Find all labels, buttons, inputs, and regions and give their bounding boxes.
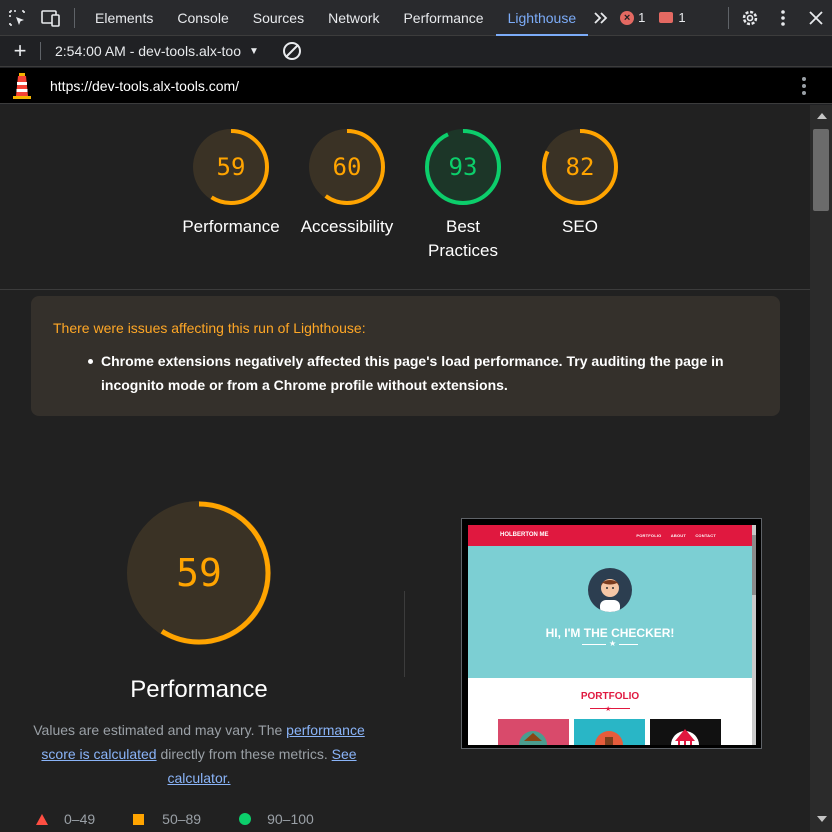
warning-item: Chrome extensions negatively affected th… bbox=[88, 349, 758, 397]
gauge-score: 59 bbox=[217, 153, 246, 181]
tab-lighthouse[interactable]: Lighthouse bbox=[495, 0, 589, 36]
screenshot-nav-link: CONTACT bbox=[695, 533, 716, 538]
gauge-ring: 60 bbox=[309, 129, 385, 205]
gauge-label: SEO bbox=[562, 217, 598, 236]
gauge-ring: 93 bbox=[425, 129, 501, 205]
scroll-down-arrow-icon[interactable] bbox=[817, 816, 827, 822]
new-report-plus-icon[interactable]: + bbox=[0, 38, 40, 64]
legend-item-fail: 0–49 bbox=[36, 811, 95, 827]
avatar-illustration bbox=[588, 568, 632, 612]
error-count-badge[interactable]: × 1 bbox=[620, 10, 645, 25]
screenshot-brand: HOLBERTON ME bbox=[500, 532, 549, 538]
tab-network[interactable]: Network bbox=[316, 0, 391, 36]
issue-message-icon bbox=[659, 12, 674, 23]
average-square-icon bbox=[133, 813, 145, 825]
gauge-performance[interactable]: 59 Performance bbox=[171, 127, 291, 239]
legend-range: 50–89 bbox=[162, 811, 202, 827]
lighthouse-toolbar: + 2:54:00 AM - dev-tools.alx-too ▼ bbox=[0, 36, 832, 67]
toolbar-divider bbox=[728, 6, 729, 29]
report-url-bar: https://dev-tools.alx-tools.com/ bbox=[0, 68, 832, 104]
gauge-score: 60 bbox=[333, 153, 362, 181]
kebab-menu-icon[interactable] bbox=[776, 76, 832, 96]
screenshot-page: HOLBERTON ME PORTFOLIO ABOUT CONTACT HI,… bbox=[468, 525, 756, 745]
right-toolbar bbox=[728, 0, 832, 36]
score-gauges: 59 Performance 60 Accessibility 93 Best … bbox=[0, 105, 810, 290]
gauge-seo[interactable]: 82 SEO bbox=[520, 127, 640, 239]
screenshot-navbar: HOLBERTON ME PORTFOLIO ABOUT CONTACT bbox=[468, 525, 752, 546]
issue-count-badge[interactable]: 1 bbox=[659, 10, 686, 25]
performance-title: Performance bbox=[130, 676, 268, 703]
legend-range: 90–100 bbox=[267, 811, 314, 827]
kebab-menu-icon[interactable] bbox=[766, 0, 799, 36]
screenshot-nav-links: PORTFOLIO ABOUT CONTACT bbox=[628, 533, 716, 538]
tab-performance[interactable]: Performance bbox=[391, 0, 495, 36]
report-selector[interactable]: 2:54:00 AM - dev-tools.alx-too ▼ bbox=[55, 43, 259, 59]
gauge-ring: 82 bbox=[542, 129, 618, 205]
screenshot-nav-link: ABOUT bbox=[670, 533, 687, 538]
toolbar-divider bbox=[40, 42, 41, 60]
legend-item-average: 50–89 bbox=[133, 811, 201, 827]
desc-text-2: directly from these metrics. bbox=[156, 746, 332, 762]
pass-circle-icon bbox=[239, 813, 252, 825]
legend-range: 0–49 bbox=[64, 811, 96, 827]
issue-count: 1 bbox=[678, 10, 686, 25]
error-circle-icon: × bbox=[620, 10, 635, 25]
star-icon: ★ bbox=[606, 639, 620, 648]
warning-title: There were issues affecting this run of … bbox=[53, 320, 366, 336]
portfolio-card-3 bbox=[650, 719, 721, 745]
portfolio-card-2 bbox=[574, 719, 645, 745]
gauge-label: Performance bbox=[182, 217, 280, 236]
devtools-tab-bar: Elements Console Sources Network Perform… bbox=[0, 0, 832, 36]
screenshot-hero-text: HI, I'M THE CHECKER! bbox=[545, 626, 675, 640]
report-scrollbar[interactable] bbox=[810, 105, 832, 832]
lighthouse-report: 59 Performance 60 Accessibility 93 Best … bbox=[0, 105, 810, 832]
score-legend: 0–49 50–89 90–100 bbox=[36, 811, 352, 827]
device-toolbar-icon[interactable] bbox=[34, 0, 68, 36]
tab-elements[interactable]: Elements bbox=[83, 0, 165, 36]
run-warning-box: There were issues affecting this run of … bbox=[31, 296, 780, 416]
warning-list: Chrome extensions negatively affected th… bbox=[53, 349, 758, 397]
star-icon: ★ bbox=[605, 706, 612, 713]
performance-big-gauge: 59 bbox=[124, 498, 274, 648]
gauge-score: 93 bbox=[449, 153, 478, 181]
gauge-accessibility[interactable]: 60 Accessibility bbox=[287, 127, 407, 239]
performance-description: Values are estimated and may vary. The p… bbox=[20, 718, 378, 790]
settings-gear-icon[interactable] bbox=[733, 0, 766, 36]
final-screenshot[interactable]: HOLBERTON ME PORTFOLIO ABOUT CONTACT HI,… bbox=[461, 518, 762, 749]
gauge-label: Accessibility bbox=[300, 217, 394, 236]
gauge-best-practices[interactable]: 93 Best Practices bbox=[403, 127, 523, 263]
gauge-score: 82 bbox=[566, 153, 595, 181]
screenshot-scroll-thumb bbox=[752, 535, 756, 595]
report-url[interactable]: https://dev-tools.alx-tools.com/ bbox=[50, 78, 239, 94]
toolbar-divider bbox=[74, 7, 75, 28]
screenshot-section-title: PORTFOLIO bbox=[580, 691, 640, 702]
portfolio-card-1 bbox=[498, 719, 569, 745]
tab-sources[interactable]: Sources bbox=[241, 0, 316, 36]
desc-text-1: Values are estimated and may vary. The bbox=[33, 722, 287, 738]
vertical-divider bbox=[404, 591, 405, 677]
report-selector-label: 2:54:00 AM - dev-tools.alx-too bbox=[55, 43, 241, 59]
inspect-element-icon[interactable] bbox=[0, 0, 34, 36]
screenshot-nav-link: PORTFOLIO bbox=[636, 533, 662, 538]
screenshot-hero: HI, I'M THE CHECKER! ★ bbox=[468, 546, 752, 678]
gauge-label: Best Practices bbox=[428, 217, 498, 260]
clear-block-icon[interactable] bbox=[282, 42, 301, 60]
scroll-thumb[interactable] bbox=[813, 129, 829, 211]
big-gauge-score: 59 bbox=[176, 551, 222, 595]
dropdown-caret-icon: ▼ bbox=[249, 45, 259, 57]
more-tabs-icon[interactable] bbox=[588, 0, 614, 36]
error-count: 1 bbox=[638, 10, 646, 25]
scroll-up-arrow-icon[interactable] bbox=[817, 113, 827, 119]
gauge-ring: 59 bbox=[193, 129, 269, 205]
legend-item-pass: 90–100 bbox=[239, 811, 314, 827]
lighthouse-logo-icon bbox=[0, 72, 44, 100]
tab-console[interactable]: Console bbox=[165, 0, 240, 36]
close-icon[interactable] bbox=[799, 0, 832, 36]
fail-triangle-icon bbox=[36, 813, 48, 825]
